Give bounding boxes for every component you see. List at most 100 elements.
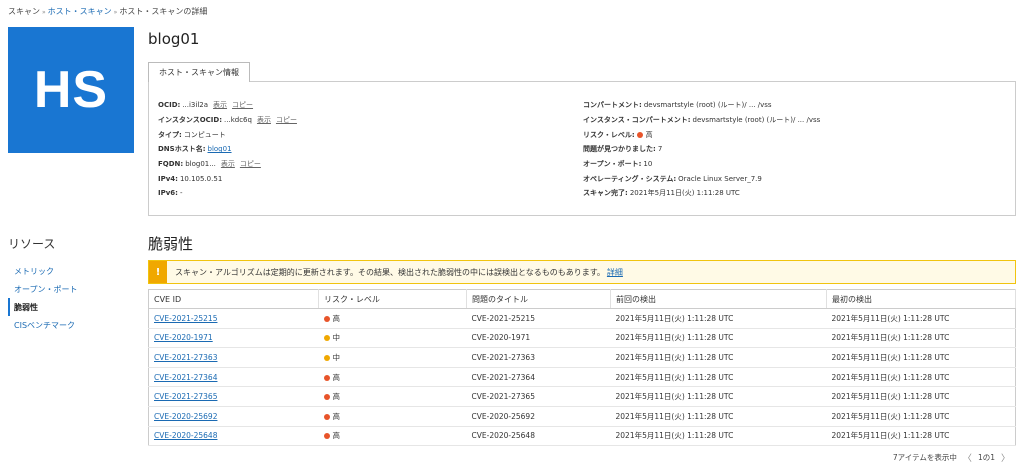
cve-id-cell: CVE-2020-25648: [148, 426, 319, 447]
info-value: 2021年5月11日(火) 1:11:28 UTC: [629, 189, 740, 198]
info-ocid: OCID: ...i3il2a 表示 コピー: [158, 98, 578, 113]
risk-dot-icon: [323, 433, 330, 440]
info-label: スキャン完了:: [583, 189, 628, 198]
col-header-cve-id[interactable]: CVE ID: [148, 289, 319, 309]
info-value: 7: [657, 145, 663, 154]
info-fqdn: FQDN: blog01... 表示 コピー: [158, 157, 578, 172]
table-row[interactable]: CVE-2021-27364 高 CVE-2021-27364 2021年5月11日(…: [148, 367, 1016, 388]
pagination: 7アイテムを表示中 〈 1の1 〉: [893, 451, 1010, 464]
table-header-row: CVE ID リスク・レベル 問題のタイトル 前回の検出 最初の検出: [148, 289, 1016, 309]
sidebar-item-vulnerabilities[interactable]: 脆弱性: [8, 298, 134, 316]
info-label: インスタンス・コンパートメント:: [583, 116, 691, 125]
page-indicator: 1の1: [977, 453, 995, 462]
breadcrumb-host-scan-link[interactable]: ホスト・スキャン: [48, 7, 112, 16]
last-detected-cell: 2021年5月11日(火) 1:11:28 UTC: [610, 328, 827, 349]
first-detected-cell: 2021年5月11日(火) 1:11:28 UTC: [826, 386, 1016, 407]
info-label: DNSホスト名:: [158, 145, 206, 154]
alert-details-link[interactable]: 詳細: [607, 267, 623, 278]
breadcrumb-current: ホスト・スキャンの詳細: [119, 7, 208, 16]
cve-link[interactable]: CVE-2021-27363: [154, 353, 217, 362]
last-detected-cell: 2021年5月11日(火) 1:11:28 UTC: [610, 308, 827, 329]
cve-link[interactable]: CVE-2021-25215: [154, 314, 217, 323]
vulnerabilities-table: CVE ID リスク・レベル 問題のタイトル 前回の検出 最初の検出 CVE-2…: [148, 289, 1016, 447]
col-header-risk-level[interactable]: リスク・レベル: [318, 289, 467, 309]
problem-title-cell: CVE-2021-27363: [466, 347, 611, 368]
info-label: オペレーティング・システム:: [583, 174, 677, 183]
info-value: コンピュート: [183, 130, 226, 139]
info-problems-found: 問題が見つかりました: 7: [583, 142, 1003, 157]
cve-link[interactable]: CVE-2020-25692: [154, 412, 217, 421]
sidebar-item-metrics[interactable]: メトリック: [8, 262, 134, 280]
risk-dot-icon: [323, 394, 330, 401]
risk-dot-icon: [323, 335, 330, 342]
info-dns-hostname: DNSホスト名: blog01: [158, 142, 578, 157]
cve-link[interactable]: CVE-2021-27364: [154, 373, 217, 382]
copy-link[interactable]: コピー: [240, 159, 261, 169]
info-value: devsmartstyle (root) (ルート)/ ... /vss: [643, 101, 772, 110]
risk-level-cell: 中: [318, 347, 467, 368]
table-row[interactable]: CVE-2021-27363 中 CVE-2021-27363 2021年5月11日(…: [148, 347, 1016, 368]
risk-level-text: 高: [332, 411, 341, 421]
table-row[interactable]: CVE-2020-25648 高 CVE-2020-25648 2021年5月11日(…: [148, 426, 1016, 447]
info-value: ...kdc6q: [224, 116, 252, 125]
last-detected-cell: 2021年5月11日(火) 1:11:28 UTC: [610, 426, 827, 447]
show-link[interactable]: 表示: [213, 100, 227, 110]
cve-link[interactable]: CVE-2020-1971: [154, 333, 213, 342]
risk-level-cell: 高: [318, 367, 467, 388]
info-ipv4: IPv4: 10.105.0.51: [158, 171, 578, 186]
table-row[interactable]: CVE-2021-27365 高 CVE-2021-27365 2021年5月11日(…: [148, 386, 1016, 407]
risk-dot-icon: [323, 413, 330, 420]
sidebar-item-cis-benchmark[interactable]: CISベンチマーク: [8, 316, 134, 334]
show-link[interactable]: 表示: [257, 115, 271, 125]
resources-nav: メトリック オープン・ポート 脆弱性 CISベンチマーク: [8, 262, 134, 334]
risk-dot-icon: [323, 374, 330, 381]
risk-level-cell: 高: [318, 406, 467, 427]
risk-dot-icon: [636, 131, 643, 138]
last-detected-cell: 2021年5月11日(火) 1:11:28 UTC: [610, 406, 827, 427]
cve-id-cell: CVE-2021-27364: [148, 367, 319, 388]
copy-link[interactable]: コピー: [232, 100, 253, 110]
sidebar-item-open-ports[interactable]: オープン・ポート: [8, 280, 134, 298]
cve-id-cell: CVE-2021-27365: [148, 386, 319, 407]
problem-title-cell: CVE-2021-27364: [466, 367, 611, 388]
first-detected-cell: 2021年5月11日(火) 1:11:28 UTC: [826, 367, 1016, 388]
host-scan-tile-icon: HS: [8, 27, 134, 153]
cve-id-cell: CVE-2021-27363: [148, 347, 319, 368]
show-link[interactable]: 表示: [221, 159, 235, 169]
problem-title-cell: CVE-2020-25692: [466, 406, 611, 427]
info-value: ...i3il2a: [182, 101, 209, 110]
risk-level-cell: 中: [318, 328, 467, 349]
info-compartment: コンパートメント: devsmartstyle (root) (ルート)/ ..…: [583, 98, 1003, 113]
info-type: タイプ: コンピュート: [158, 127, 578, 142]
info-label: FQDN:: [158, 160, 184, 169]
col-header-last-detected[interactable]: 前回の検出: [610, 289, 827, 309]
prev-page-icon[interactable]: 〈: [963, 451, 972, 464]
copy-link[interactable]: コピー: [276, 115, 297, 125]
breadcrumb-separator: »: [42, 9, 46, 16]
info-label: IPv6:: [158, 189, 178, 198]
last-detected-cell: 2021年5月11日(火) 1:11:28 UTC: [610, 367, 827, 388]
next-page-icon[interactable]: 〉: [1001, 451, 1010, 464]
first-detected-cell: 2021年5月11日(火) 1:11:28 UTC: [826, 426, 1016, 447]
problem-title-cell: CVE-2021-25215: [466, 308, 611, 329]
tab-host-scan-info[interactable]: ホスト・スキャン情報: [148, 62, 250, 82]
problem-title-cell: CVE-2021-27365: [466, 386, 611, 407]
cve-id-cell: CVE-2020-1971: [148, 328, 319, 349]
cve-link[interactable]: CVE-2020-25648: [154, 431, 217, 440]
cve-id-cell: CVE-2020-25692: [148, 406, 319, 427]
cve-link[interactable]: CVE-2021-27365: [154, 392, 217, 401]
dns-hostname-link[interactable]: blog01: [208, 145, 232, 153]
risk-level-text: 高: [332, 313, 341, 323]
col-header-problem-title[interactable]: 問題のタイトル: [466, 289, 611, 309]
info-value: 10.105.0.51: [179, 174, 223, 183]
risk-level-text: 高: [332, 392, 341, 402]
table-row[interactable]: CVE-2020-1971 中 CVE-2020-1971 2021年5月11日(火)…: [148, 328, 1016, 349]
info-left-column: OCID: ...i3il2a 表示 コピー インスタンスOCID: ...kd…: [158, 98, 578, 201]
info-instance-ocid: インスタンスOCID: ...kdc6q 表示 コピー: [158, 113, 578, 128]
table-row[interactable]: CVE-2021-25215 高 CVE-2021-25215 2021年5月11日(…: [148, 308, 1016, 329]
table-row[interactable]: CVE-2020-25692 高 CVE-2020-25692 2021年5月11日(…: [148, 406, 1016, 427]
info-label: インスタンスOCID:: [158, 116, 223, 125]
col-header-first-detected[interactable]: 最初の検出: [826, 289, 1016, 309]
info-risk-level: リスク・レベル: 高: [583, 127, 1003, 142]
info-label: OCID:: [158, 101, 181, 110]
